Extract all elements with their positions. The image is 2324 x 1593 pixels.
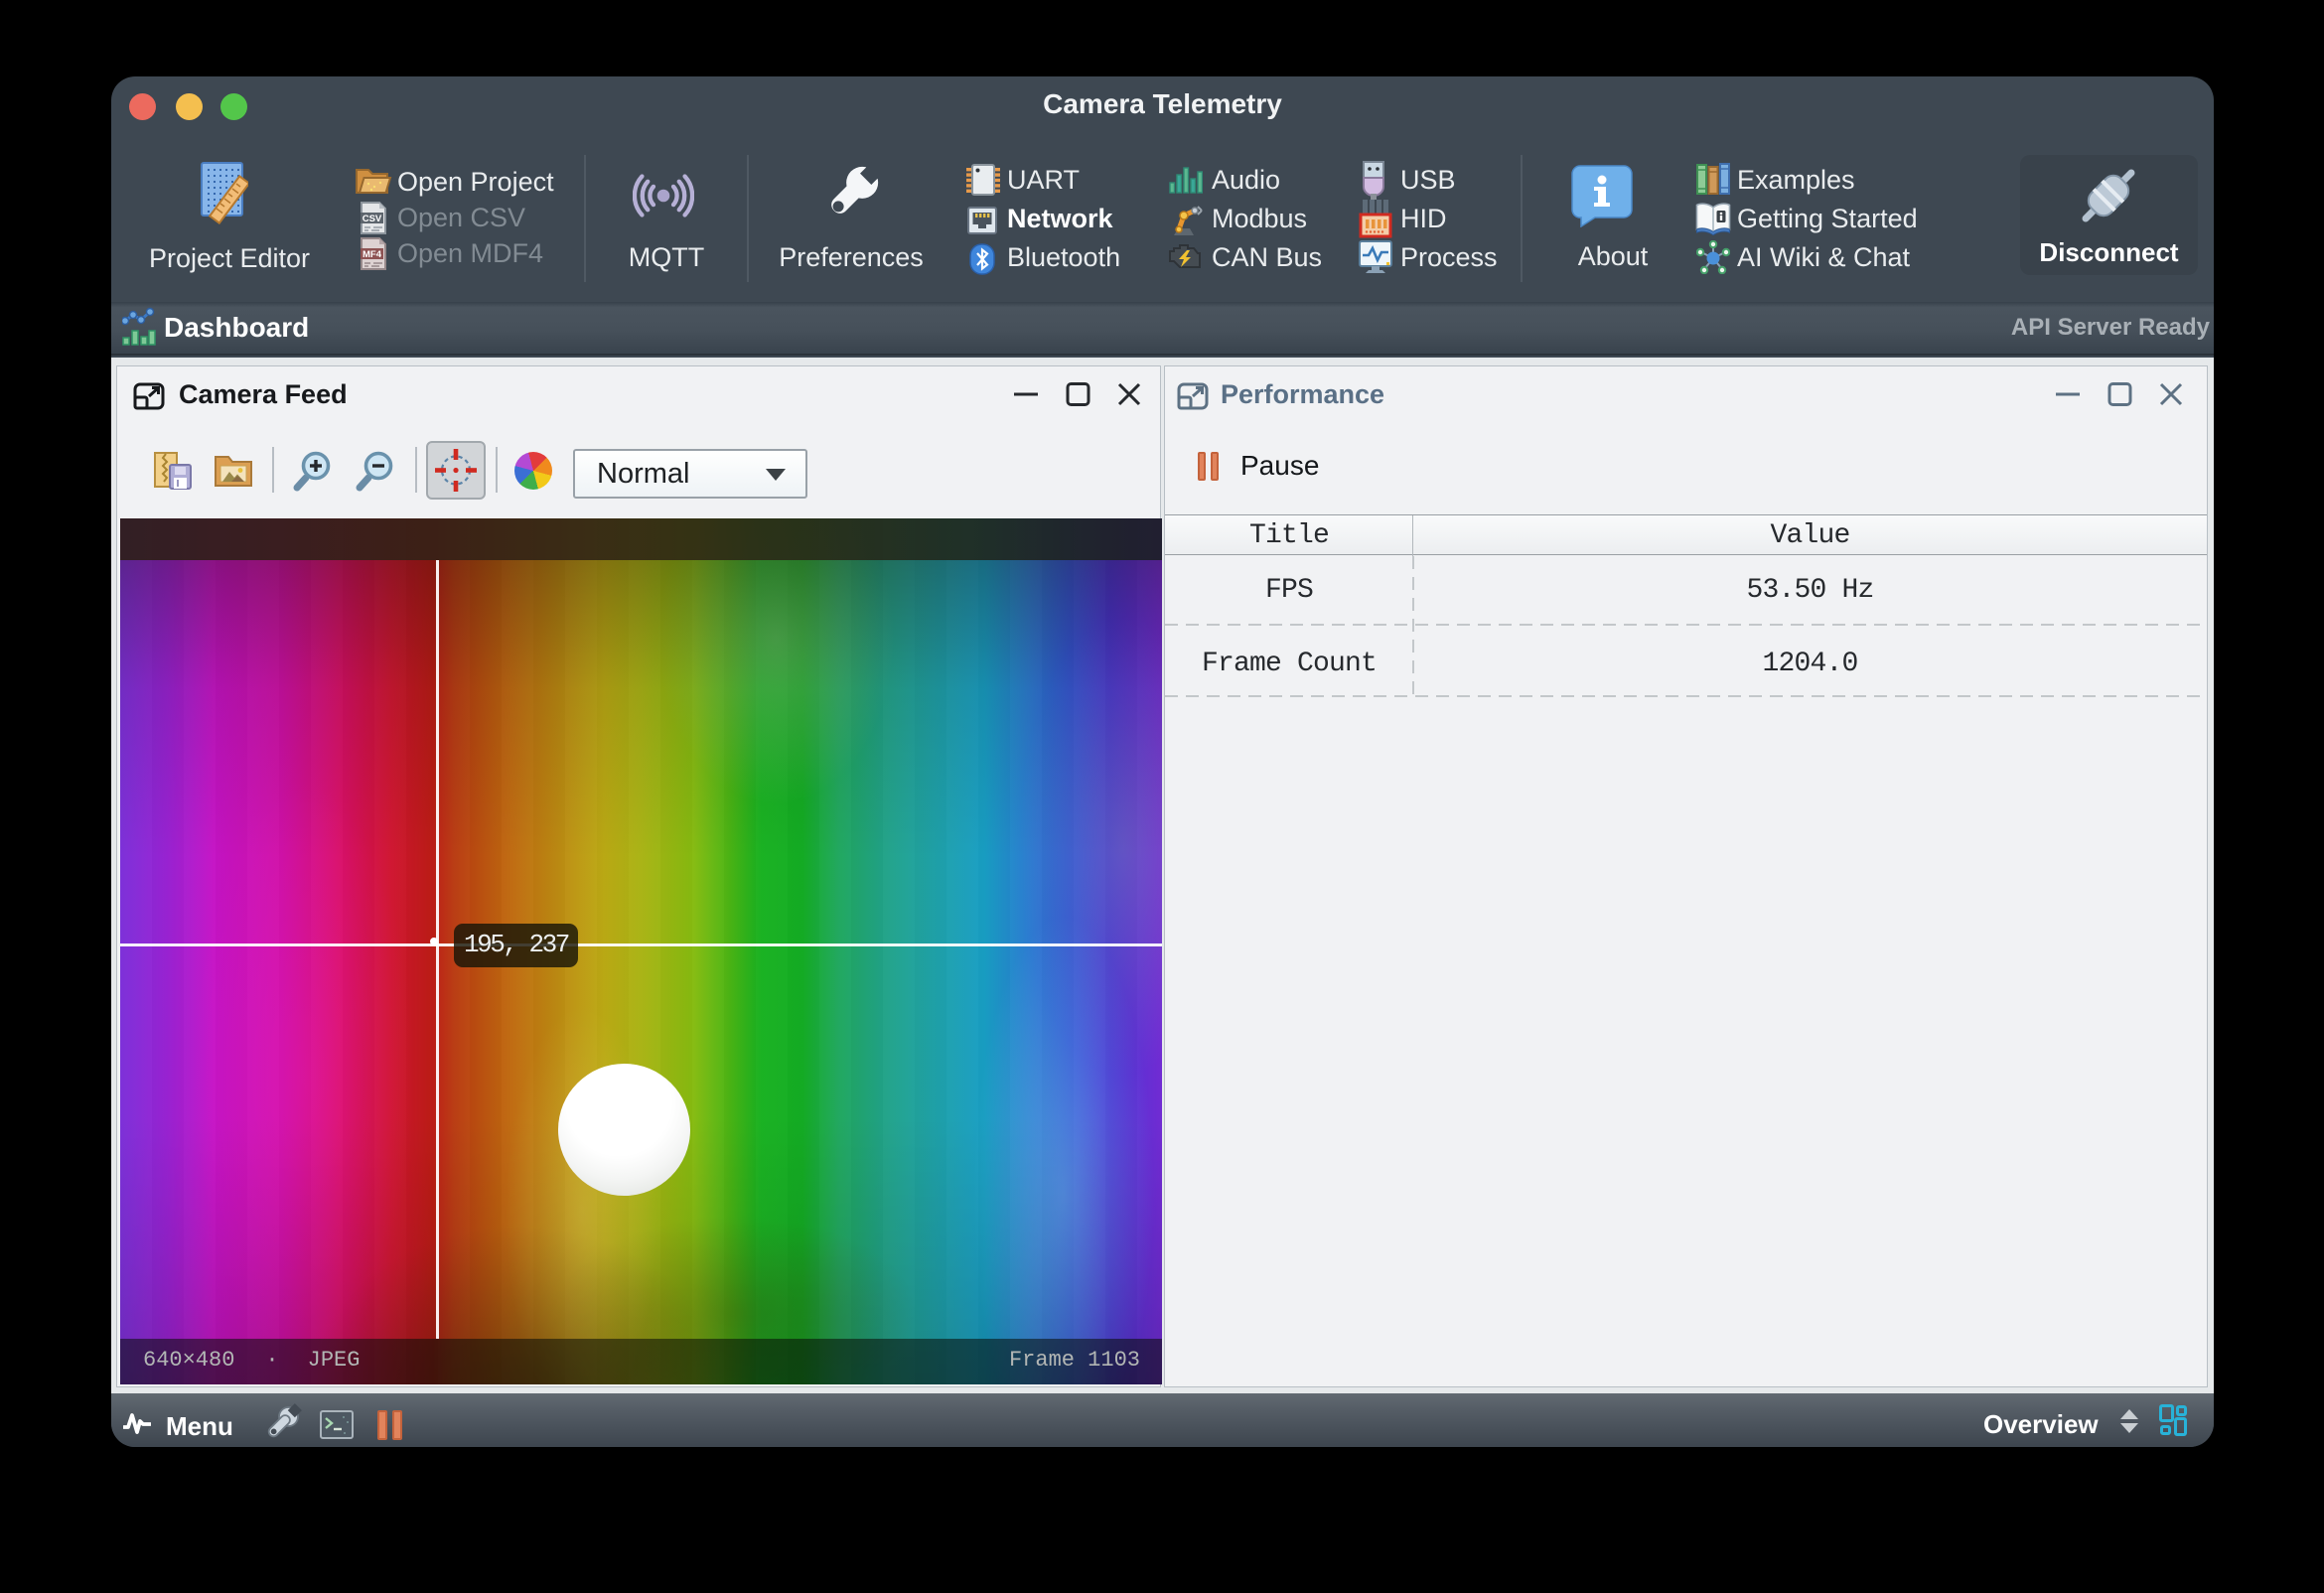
svg-text:CSV: CSV (363, 214, 382, 224)
svg-text:MF4: MF4 (363, 249, 382, 260)
